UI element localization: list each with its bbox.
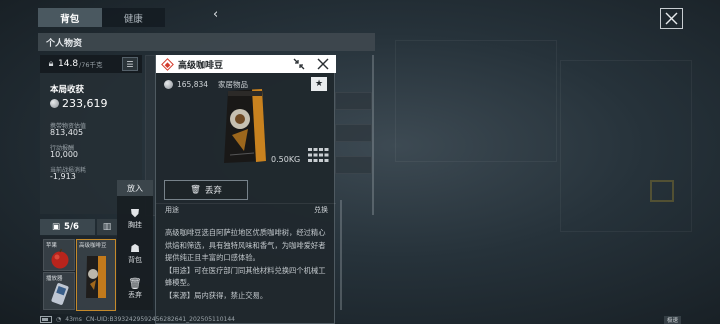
item-label: 高级咖啡豆 <box>79 243 107 249</box>
description-paragraph: 高级咖啡豆选自阿萨拉地区优质咖啡树，经过精心烘焙和筛选，具有独特风味和香气，为咖… <box>165 228 326 262</box>
close-button[interactable] <box>660 8 683 29</box>
trash-icon: 🗑︎ <box>128 277 142 290</box>
favorite-button[interactable]: ★ <box>311 77 327 91</box>
item-slot-player[interactable]: 播放器 <box>43 272 75 310</box>
background-structure <box>395 40 557 162</box>
stat-value-loss: -1,913 <box>50 172 76 181</box>
collapse-arrows-icon <box>293 58 305 70</box>
coin-icon <box>50 99 59 108</box>
menu-header: 放入 <box>117 180 153 196</box>
weight-row: 🔒︎ 14.8 /76千克 ☰ <box>40 55 142 73</box>
backpack-capacity: ▣ 5/6 <box>40 219 95 235</box>
vest-icon: ⛊ <box>130 207 140 220</box>
divider <box>156 203 336 204</box>
top-tab-bar: 背包 健康 <box>38 8 165 27</box>
lock-icon: 🔒︎ <box>48 59 54 69</box>
equipment-slot[interactable] <box>335 156 372 174</box>
collapse-button[interactable] <box>292 58 306 70</box>
weight-current: 14.8 <box>58 59 79 69</box>
item-detail-card: 高级咖啡豆 165,834 家居物品 ★ 0.50KG 🗑︎ 丢弃 用途 兑换 … <box>155 55 336 324</box>
round-income-title: 本局收获 <box>50 85 85 95</box>
ping-value: 43ms <box>65 315 82 323</box>
fast-mode-button[interactable]: 极速 <box>664 316 682 324</box>
equipment-slot[interactable] <box>335 92 372 110</box>
backpack-icon: ▣ <box>52 222 61 232</box>
item-price: 165,834 <box>177 80 209 89</box>
menu-item-label: 胸挂 <box>128 221 142 229</box>
close-icon[interactable] <box>316 57 330 71</box>
description-source: 【来源】局内获得，禁止交易。 <box>165 290 268 300</box>
item-description: 高级咖啡豆选自阿萨拉地区优质咖啡树，经过精心烘焙和筛选，具有独特风味和香气，为咖… <box>165 227 331 302</box>
item-slot-apple[interactable]: 苹果 <box>43 239 75 271</box>
menu-item-label: 丢弃 <box>128 291 142 299</box>
stat-value-carried: 813,405 <box>50 128 84 137</box>
close-icon <box>665 12 678 25</box>
apple-icon <box>51 248 69 269</box>
item-image <box>224 89 266 163</box>
personal-supplies-header: 个人物资 <box>38 33 375 51</box>
description-usage: 【用途】可在医疗部门同其他材料兑换四个机械工蜂模型。 <box>165 265 326 288</box>
rarity-diamond-icon <box>161 57 174 71</box>
menu-item-chest-rig[interactable]: ⛊ 胸挂 <box>117 207 153 230</box>
item-weight: 0.50KG <box>271 155 301 164</box>
round-income-value-row: 233,619 <box>50 97 108 110</box>
star-icon: ★ <box>314 79 324 89</box>
put-into-menu: 放入 ⛊ 胸挂 ☗ 背包 🗑︎ 丢弃 <box>117 180 153 310</box>
chevron-left-icon[interactable]: ‹ <box>213 7 218 22</box>
vest-icon: ▥ <box>102 222 112 232</box>
battery-icon <box>40 315 52 323</box>
capacity-value: 5/6 <box>64 222 79 232</box>
trash-icon: 🗑︎ <box>190 185 201 195</box>
menu-item-backpack[interactable]: ☗ 背包 <box>117 242 153 265</box>
equipment-slot[interactable] <box>335 124 372 142</box>
grid-size-icon <box>308 148 329 162</box>
item-title-bar: 高级咖啡豆 <box>156 55 336 73</box>
backpack-icon: ☗ <box>130 242 140 255</box>
list-view-button[interactable]: ☰ <box>122 57 138 71</box>
list-icon: ☰ <box>126 59 134 69</box>
card-scrollbar[interactable] <box>340 200 342 310</box>
menu-item-label: 背包 <box>128 256 142 264</box>
coffee-bag-icon <box>86 256 106 298</box>
discard-label: 丢弃 <box>204 186 222 196</box>
background-structure <box>560 60 692 232</box>
music-player-icon <box>51 283 69 305</box>
wifi-icon: ◔ <box>56 315 62 323</box>
round-income-value: 233,619 <box>62 97 108 110</box>
tab-health[interactable]: 健康 <box>102 8 166 27</box>
usage-label: 用途 <box>165 206 179 214</box>
exchange-label[interactable]: 兑换 <box>314 205 328 215</box>
status-bar: ◔ 43ms CN-UID:B3932429592456282641_20250… <box>40 314 235 324</box>
discard-button[interactable]: 🗑︎ 丢弃 <box>164 180 248 200</box>
background-marker <box>650 180 674 202</box>
panel-scrollbar[interactable] <box>372 55 374 215</box>
tab-backpack[interactable]: 背包 <box>38 8 102 27</box>
item-name: 高级咖啡豆 <box>178 60 224 71</box>
chest-rig-tab[interactable]: ▥ <box>97 219 117 235</box>
item-label: 播放器 <box>46 276 63 282</box>
user-id: CN-UID:B3932429592456282641_202505110144 <box>85 315 235 323</box>
coin-icon <box>164 80 173 89</box>
menu-item-discard[interactable]: 🗑︎ 丢弃 <box>117 277 153 300</box>
item-slot-coffee-beans[interactable]: 高级咖啡豆 <box>76 239 116 311</box>
weight-max: /76千克 <box>79 61 103 69</box>
stat-value-reward: 10,000 <box>50 150 78 159</box>
